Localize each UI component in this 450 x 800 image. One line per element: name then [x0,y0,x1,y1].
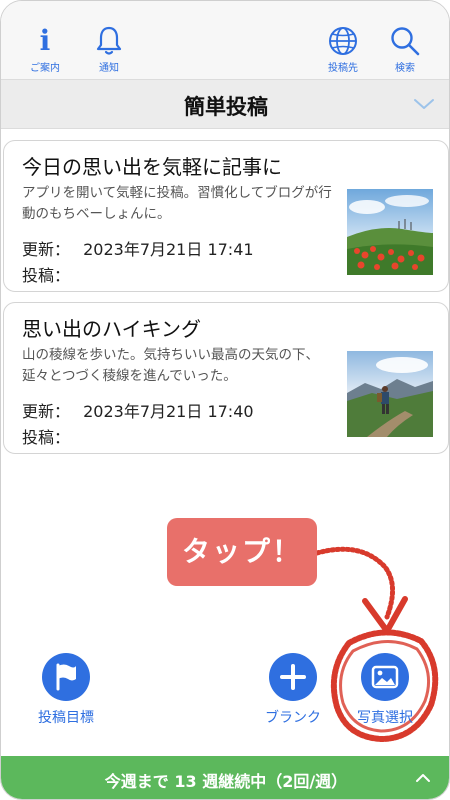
post-thumbnail [347,351,433,437]
post-title: 思い出のハイキング [22,317,201,341]
search-button[interactable]: 検索 [375,25,435,74]
post-card[interactable]: 思い出のハイキング 山の稜線を歩いた。気持ちいい最高の天気の下、延々とつづく稜線… [3,302,449,454]
updated-key: 更新： [22,402,71,421]
post-goal-label[interactable]: 投稿目標 [16,707,116,727]
posted-key: 投稿： [22,428,71,447]
chevron-up-icon[interactable] [415,770,431,789]
info-button[interactable]: i ご案内 [15,24,75,75]
post-posted: 投稿： [22,262,78,286]
page-title: 簡単投稿 [184,95,268,119]
destination-button[interactable]: 投稿先 [313,25,373,74]
updated-key: 更新： [22,240,71,259]
search-label: 検索 [395,63,415,74]
post-excerpt: 山の稜線を歩いた。気持ちいい最高の天気の下、延々とつづく稜線を進んでいった。 [22,347,319,384]
page-header: 簡単投稿 [1,79,449,129]
notification-label: 通知 [99,63,119,74]
blank-post-label[interactable]: ブランク [243,707,343,727]
post-goal-button[interactable] [42,653,90,701]
app-frame: i ご案内 通知 投稿先 検索 簡単投稿 今日の思い出を気軽に記事に アプリを開… [0,0,450,800]
globe-icon [313,25,373,57]
post-updated: 更新： 2023年7月21日 17:40 [22,398,254,422]
post-thumbnail [347,189,433,275]
search-icon [375,25,435,57]
post-posted: 投稿： [22,424,78,448]
photo-select-button[interactable] [361,653,409,701]
streak-bar[interactable]: 今週まで 13 週継続中（2回/週） [1,756,449,799]
post-title: 今日の思い出を気軽に記事に [22,155,282,179]
photo-select-label[interactable]: 写真選択 [335,707,435,727]
tap-callout: タップ！ [167,518,317,586]
info-label: ご案内 [30,63,60,74]
post-excerpt: アプリを開いて気軽に投稿。習慣化してブログが行動のもちベーしょんに。 [22,185,332,222]
updated-value: 2023年7月21日 17:40 [83,402,254,421]
updated-value: 2023年7月21日 17:41 [83,240,254,259]
info-icon: i [39,24,51,57]
destination-label: 投稿先 [328,63,358,74]
bell-icon [79,25,139,57]
notification-button[interactable]: 通知 [79,25,139,74]
post-updated: 更新： 2023年7月21日 17:41 [22,236,254,260]
posted-key: 投稿： [22,266,71,285]
blank-post-button[interactable] [269,653,317,701]
chevron-down-icon[interactable] [413,96,435,115]
top-toolbar: i ご案内 通知 投稿先 検索 [1,1,449,79]
post-card[interactable]: 今日の思い出を気軽に記事に アプリを開いて気軽に投稿。習慣化してブログが行動のも… [3,140,449,292]
streak-text: 今週まで 13 週継続中（2回/週） [104,772,348,791]
